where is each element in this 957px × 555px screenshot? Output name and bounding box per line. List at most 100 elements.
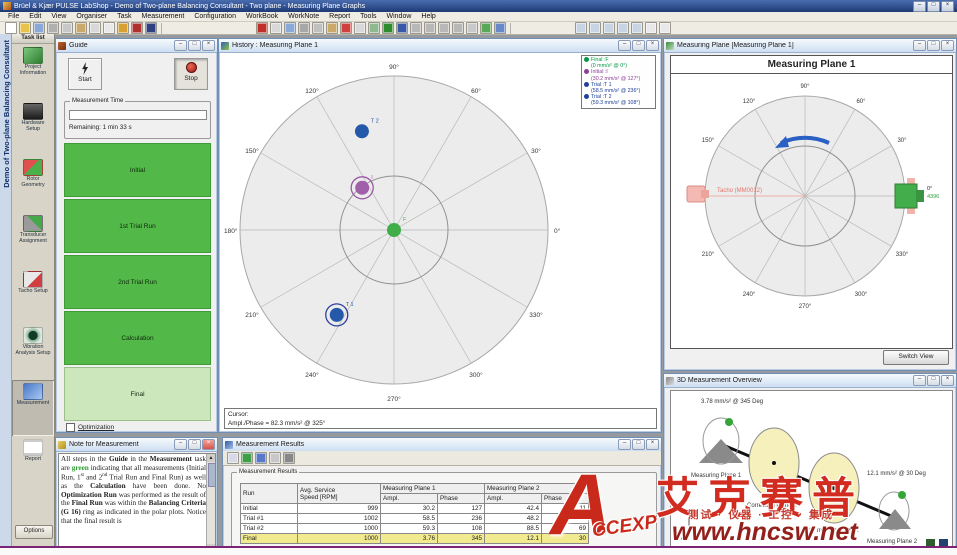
select-icon[interactable] xyxy=(659,22,671,34)
history-point-T 2[interactable] xyxy=(355,124,369,138)
save-alt-icon[interactable] xyxy=(284,22,296,34)
task-item-hardware[interactable]: Hardware Setup xyxy=(12,100,54,156)
cursor-icon[interactable] xyxy=(645,22,657,34)
ov-close-button[interactable]: × xyxy=(941,375,954,386)
app-close-button[interactable]: × xyxy=(941,1,954,12)
redo-icon[interactable] xyxy=(424,22,436,34)
copy-results-icon[interactable] xyxy=(227,452,239,464)
menu-measurement[interactable]: Measurement xyxy=(137,13,190,20)
workbook-icon[interactable] xyxy=(145,22,157,34)
scroll-up-icon[interactable]: ▲ xyxy=(207,454,215,462)
menu-organiser[interactable]: Organiser xyxy=(71,13,112,20)
worknote-icon[interactable] xyxy=(131,22,143,34)
stop-measurement-icon[interactable] xyxy=(256,22,268,34)
history-titlebar[interactable]: History : Measuring Plane 1 – □ × xyxy=(219,39,661,53)
print-preview-icon[interactable] xyxy=(103,22,115,34)
report-icon[interactable] xyxy=(340,22,352,34)
task-item-project[interactable]: Project Information xyxy=(12,44,54,100)
cut-icon[interactable] xyxy=(47,22,59,34)
grid-icon[interactable] xyxy=(354,22,366,34)
menu-report[interactable]: Report xyxy=(324,13,355,20)
overview-3d-titlebar[interactable]: 3D Measurement Overview – □ × xyxy=(664,374,956,388)
task-item-report[interactable]: Report xyxy=(12,436,54,492)
task-item-tacho[interactable]: Tacho Setup xyxy=(12,268,54,324)
ov-maximize-button[interactable]: □ xyxy=(927,375,940,386)
task-item-vibration[interactable]: Vibration Analysis Setup xyxy=(12,324,54,380)
results-row-Final[interactable]: Final10003.7634512.130 xyxy=(241,534,589,544)
task-item-transducer[interactable]: Transducer Assignment xyxy=(12,212,54,268)
cascade-icon[interactable] xyxy=(603,22,615,34)
guide-step[interactable]: Final xyxy=(64,367,211,421)
paste-icon[interactable] xyxy=(75,22,87,34)
history-minimize-button[interactable]: – xyxy=(618,40,631,51)
layout-icon[interactable] xyxy=(368,22,380,34)
app-minimize-button[interactable]: – xyxy=(913,1,926,12)
note-scrollbar[interactable]: ▲ ▼ xyxy=(206,454,215,552)
save-icon[interactable] xyxy=(33,22,45,34)
results-row-Trial #1[interactable]: Trial #1100258.523648.2304 xyxy=(241,514,589,524)
guide-step[interactable]: 1st Trial Run xyxy=(64,199,211,253)
note-close-button[interactable]: × xyxy=(202,439,215,450)
overview-3d-scene[interactable]: 3.78 mm/s² @ 345 Deg Measuring Plane 1 C… xyxy=(670,390,953,552)
ov-minimize-button[interactable]: – xyxy=(913,375,926,386)
history-maximize-button[interactable]: □ xyxy=(632,40,645,51)
history-point-T 1[interactable] xyxy=(330,308,344,322)
pause-icon[interactable] xyxy=(270,22,282,34)
menu-tools[interactable]: Tools xyxy=(355,13,381,20)
results-maximize-button[interactable]: □ xyxy=(632,439,645,450)
task-item-measurement[interactable]: Measurement xyxy=(12,380,54,436)
mp-maximize-button[interactable]: □ xyxy=(927,40,940,51)
window-new-icon[interactable] xyxy=(494,22,506,34)
menu-view[interactable]: View xyxy=(46,13,71,20)
print-icon[interactable] xyxy=(89,22,101,34)
start-button[interactable]: Start xyxy=(68,58,102,90)
menu-workbook[interactable]: WorkBook xyxy=(241,13,283,20)
note-minimize-button[interactable]: – xyxy=(174,439,187,450)
menu-file[interactable]: File xyxy=(3,13,24,20)
history-point-I[interactable] xyxy=(355,181,369,195)
refresh-icon[interactable] xyxy=(438,22,450,34)
mp-minimize-button[interactable]: – xyxy=(913,40,926,51)
scrollbar-thumb[interactable] xyxy=(208,463,216,487)
history-close-button[interactable]: × xyxy=(646,40,659,51)
stop-button[interactable]: Stop xyxy=(174,58,208,90)
results-table[interactable]: Run Avg. Service Speed [RPM] Measuring P… xyxy=(240,483,589,544)
guide-minimize-button[interactable]: – xyxy=(174,40,187,51)
new-doc-icon[interactable] xyxy=(5,22,17,34)
note-titlebar[interactable]: Note for Measurement – □ × xyxy=(56,438,217,452)
results-titlebar[interactable]: Measurement Results – □ × xyxy=(223,438,661,452)
switch-view-button[interactable]: Switch View xyxy=(883,350,949,365)
optimization-row[interactable]: Optimization xyxy=(66,423,114,432)
note-maximize-button[interactable]: □ xyxy=(188,439,201,450)
chart-icon[interactable] xyxy=(382,22,394,34)
paste-alt-icon[interactable] xyxy=(326,22,338,34)
menu-help[interactable]: Help xyxy=(416,13,440,20)
results-minimize-button[interactable]: – xyxy=(618,439,631,450)
guide-step[interactable]: Calculation xyxy=(64,311,211,365)
task-item-rotor[interactable]: Rotor Geometry xyxy=(12,156,54,212)
rotate-icon[interactable] xyxy=(452,22,464,34)
app-maximize-button[interactable]: □ xyxy=(927,1,940,12)
demo-side-tab[interactable]: Demo of Two-plane Balancing Consultant xyxy=(0,34,12,555)
arrange-icon[interactable] xyxy=(631,22,643,34)
tile-vertical-icon[interactable] xyxy=(589,22,601,34)
history-point-F[interactable] xyxy=(387,223,401,237)
copy-alt-icon[interactable] xyxy=(312,22,324,34)
cut-alt-icon[interactable] xyxy=(298,22,310,34)
open-folder-icon[interactable] xyxy=(19,22,31,34)
measuring-plane-polar-chart[interactable]: 90° 60° 30° 330° 300° 270° 240° 210° 150… xyxy=(671,74,947,330)
split-view-icon[interactable] xyxy=(269,452,281,464)
guide-close-button[interactable]: × xyxy=(202,40,215,51)
results-row-Initial[interactable]: Initial99930.212742.411 xyxy=(241,504,589,514)
results-row-Trial #2[interactable]: Trial #2100059.310888.569 xyxy=(241,524,589,534)
guide-titlebar[interactable]: Guide – □ × xyxy=(56,39,217,53)
guide-step[interactable]: 2nd Trial Run xyxy=(64,255,211,309)
guide-step[interactable]: Initial xyxy=(64,143,211,197)
menu-worknote[interactable]: WorkNote xyxy=(283,13,324,20)
undo-icon[interactable] xyxy=(410,22,422,34)
settings-icon[interactable] xyxy=(283,452,295,464)
mp-close-button[interactable]: × xyxy=(941,40,954,51)
show-table-icon[interactable] xyxy=(255,452,267,464)
export-excel-icon[interactable] xyxy=(241,452,253,464)
menu-window[interactable]: Window xyxy=(382,13,417,20)
